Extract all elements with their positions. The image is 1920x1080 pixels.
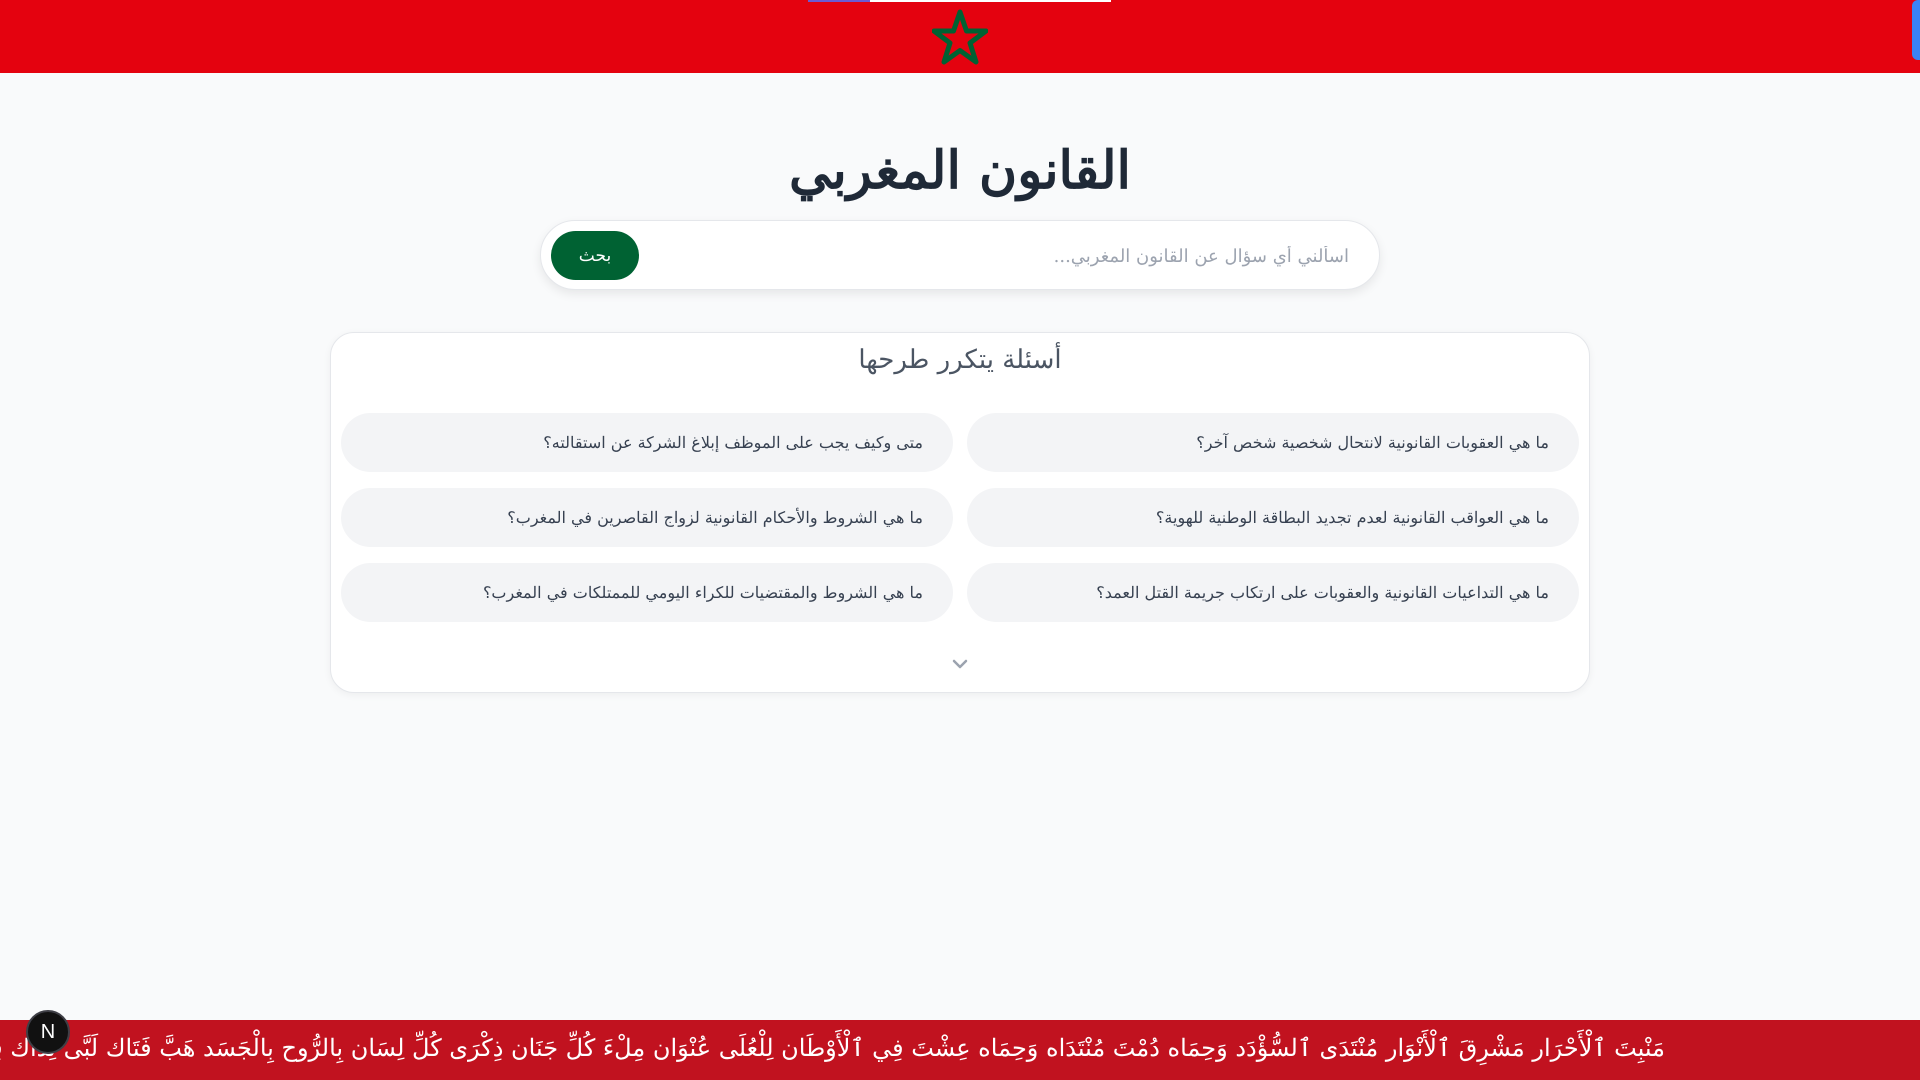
faq-question[interactable]: ما هي الشروط والمقتضيات للكراء اليومي لل…: [341, 563, 953, 622]
faq-grid: ما هي العقوبات القانونية لانتحال شخصية ش…: [341, 413, 1579, 622]
faq-question[interactable]: ما هي العواقب القانونية لعدم تجديد البطا…: [967, 488, 1579, 547]
star-icon: [932, 9, 988, 65]
side-panel-tab[interactable]: [1912, 0, 1920, 60]
ticker-text: مَنْبِتَ ٱلْأَحْرَار مَشْرِقَ ٱلْأَنْوَا…: [0, 1034, 1665, 1062]
avatar[interactable]: N: [26, 1010, 70, 1054]
loading-progress-accent: [808, 0, 870, 2]
search-input[interactable]: [687, 235, 1351, 277]
search-button[interactable]: بحث: [551, 231, 639, 280]
faq-question[interactable]: متى وكيف يجب على الموظف إبلاغ الشركة عن …: [341, 413, 953, 472]
faq-question[interactable]: ما هي التداعيات القانونية والعقوبات على …: [967, 563, 1579, 622]
faq-question[interactable]: ما هي الشروط والأحكام القانونية لزواج ال…: [341, 488, 953, 547]
chevron-down-icon[interactable]: [951, 655, 969, 673]
faq-card: أسئلة يتكرر طرحها ما هي العقوبات القانون…: [330, 332, 1590, 693]
faq-title: أسئلة يتكرر طرحها: [858, 345, 1062, 375]
search-bar: بحث: [540, 220, 1380, 290]
faq-question[interactable]: ما هي العقوبات القانونية لانتحال شخصية ش…: [967, 413, 1579, 472]
anthem-ticker: مَنْبِتَ ٱلْأَحْرَار مَشْرِقَ ٱلْأَنْوَا…: [0, 1020, 1920, 1080]
page-title: القانون المغربي: [788, 139, 1131, 201]
top-banner: [0, 0, 1920, 73]
